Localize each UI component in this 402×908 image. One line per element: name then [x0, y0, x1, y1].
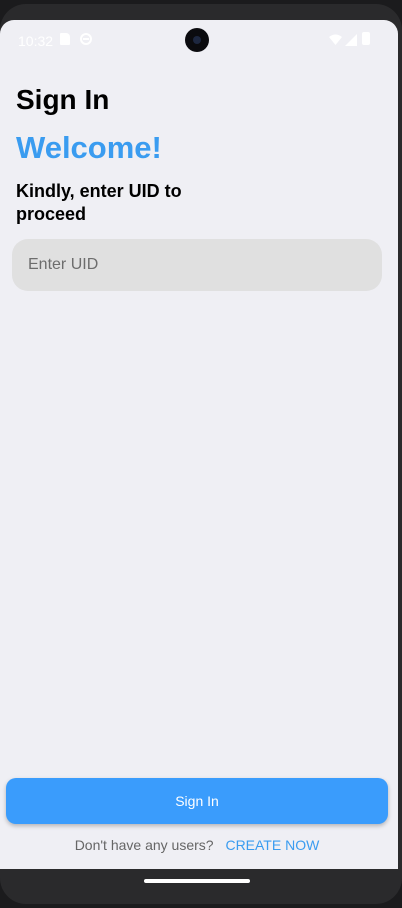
wifi-icon: [329, 33, 342, 45]
page-title: Sign In: [16, 84, 110, 115]
create-now-link[interactable]: CREATE NOW: [225, 837, 319, 853]
battery-icon: [362, 32, 374, 45]
create-account-footer: Don't have any users? CREATE NOW: [0, 837, 394, 853]
status-time: 10:32: [18, 33, 54, 49]
front-camera: [185, 28, 209, 52]
app-screen: 10:32 Sign In Welcome! Kindly, enter UID…: [0, 20, 398, 869]
uid-input[interactable]: [12, 239, 382, 291]
device-frame: 10:32 Sign In Welcome! Kindly, enter UID…: [0, 4, 402, 904]
home-indicator[interactable]: [144, 879, 250, 883]
do-not-disturb-icon: [80, 33, 92, 45]
status-bar: 10:32: [0, 20, 398, 60]
cellular-signal-icon: [345, 33, 357, 46]
no-users-text: Don't have any users?: [74, 837, 214, 853]
uid-prompt: Kindly, enter UID to proceed: [16, 181, 182, 224]
welcome-text: Welcome!: [16, 130, 162, 165]
sim-card-icon: [60, 33, 72, 45]
sign-in-button[interactable]: Sign In: [6, 778, 388, 824]
